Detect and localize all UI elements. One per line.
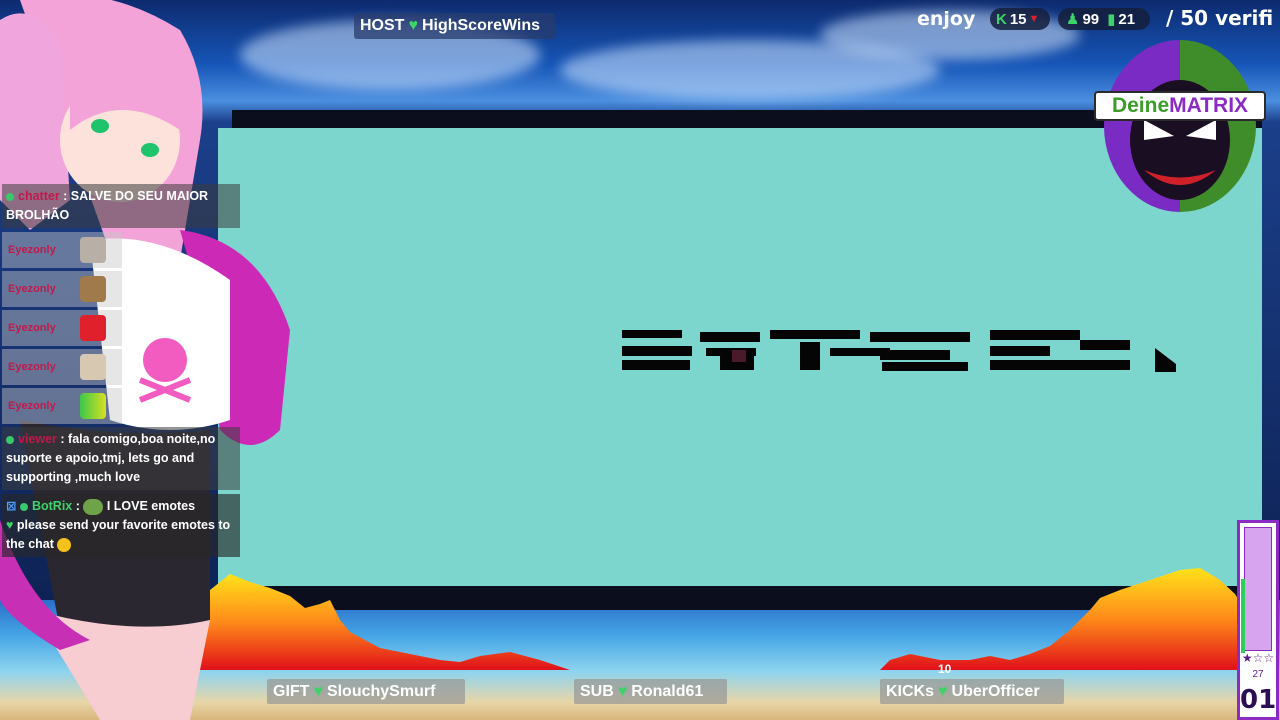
verified-dot-icon — [6, 435, 14, 444]
kick-count: 15 — [1009, 10, 1027, 28]
meter-fill — [1244, 527, 1272, 651]
audio-equalizer — [190, 568, 1250, 670]
chat-message: chatter : SALVE DO SEU MAIOR BROLHÃO — [2, 184, 240, 228]
kick-counter: K 15 ▼ — [990, 8, 1050, 30]
chat-emote-message: Eyezonly — [2, 349, 122, 385]
chat-text: please send your favorite emotes to the … — [6, 518, 231, 551]
chat-username: Eyezonly — [8, 283, 56, 295]
gift-label: GIFT — [273, 682, 310, 700]
verified-dot-icon — [19, 502, 28, 511]
chat-emote-message: Eyezonly — [2, 232, 122, 268]
level-meter: ★☆☆ 27 01 — [1237, 520, 1279, 720]
cat-emote-icon — [80, 237, 106, 263]
chat-username: Eyezonly — [8, 244, 56, 256]
meter-stars: ★☆☆ — [1241, 651, 1275, 665]
chat-emote-message: Eyezonly — [2, 271, 122, 307]
kicks-label: KICKs — [886, 682, 935, 700]
logo-text-part: Deine — [1111, 94, 1170, 117]
sub-badge: SUB ♥ Ronald61 — [574, 679, 727, 704]
meter-level-bar — [1241, 579, 1245, 653]
follower-count: 21 — [1118, 10, 1136, 28]
chat-username: BotRix — [31, 499, 73, 513]
kick-icon: K — [996, 10, 1007, 28]
sub-name: Ronald61 — [631, 682, 704, 700]
chat-message: viewer : fala comigo,boa noite,no suport… — [2, 427, 240, 490]
host-label: HOST — [360, 17, 405, 34]
joker-face-icon — [1130, 80, 1230, 200]
pepe-emote-icon — [83, 498, 104, 515]
chat-username: chatter — [18, 189, 60, 203]
chat-emote-message: Eyezonly — [2, 310, 122, 346]
goal-text: / 50 verifi — [1166, 6, 1274, 30]
heart-icon: ♥ — [408, 17, 418, 34]
channel-logo-text: Deine MATRIX — [1094, 91, 1266, 121]
bars-icon: ▮ — [1107, 11, 1116, 28]
meter-level-number: 01 — [1240, 685, 1277, 715]
gift-name: SlouchySmurf — [326, 682, 436, 700]
verified-dot-icon — [6, 192, 14, 201]
cat-emote-icon — [80, 354, 106, 380]
kicks-name: UberOfficer — [951, 682, 1040, 700]
chat-text: I LOVE emotes — [106, 499, 196, 513]
bars-emote-icon — [80, 393, 106, 419]
chat-username: Eyezonly — [8, 322, 56, 334]
user-icon: ♟ — [1066, 11, 1080, 28]
chat-username: Eyezonly — [8, 361, 56, 373]
heart-icon: ♥ — [938, 682, 948, 700]
chat-username: viewer — [18, 432, 57, 446]
viewer-stats: ♟ 99 ▮ 21 — [1058, 8, 1150, 30]
cat-emote-icon — [80, 276, 106, 302]
sub-label: SUB — [580, 682, 614, 700]
heart-emote-icon — [80, 315, 106, 341]
kicks-count-small: 10 — [938, 662, 952, 676]
heart-icon: ♥ — [617, 682, 628, 700]
gift-badge: GIFT ♥ SlouchySmurf — [267, 679, 465, 704]
stream-overlay: chatter : SALVE DO SEU MAIOR BROLHÃO Eye… — [0, 0, 1280, 720]
meter-small-number: 27 — [1252, 669, 1264, 680]
host-badge: HOST ♥ HighScoreWins — [354, 13, 555, 39]
bot-icon: ⊠ — [6, 499, 17, 513]
chat-username: Eyezonly — [8, 400, 56, 412]
chat-message: ⊠ BotRix : I LOVE emotes ♥ please send y… — [2, 494, 240, 557]
enjoy-text: enjoy — [917, 8, 976, 30]
glitch-logo-graphic — [622, 330, 1176, 372]
viewer-count: 99 — [1082, 10, 1100, 28]
heart-icon: ♥ — [313, 682, 323, 700]
chat-emote-message: Eyezonly — [2, 388, 122, 424]
kicks-badge: KICKs ♥ UberOfficer — [880, 679, 1064, 704]
emoji-icon — [57, 537, 72, 552]
host-name: HighScoreWins — [421, 17, 541, 34]
channel-logo — [1104, 40, 1256, 212]
heart-icon: ♥ — [6, 518, 14, 532]
arrow-down-icon: ▼ — [1028, 13, 1040, 25]
chat-panel: chatter : SALVE DO SEU MAIOR BROLHÃO Eye… — [2, 184, 240, 561]
logo-text-part: MATRIX — [1169, 94, 1249, 117]
